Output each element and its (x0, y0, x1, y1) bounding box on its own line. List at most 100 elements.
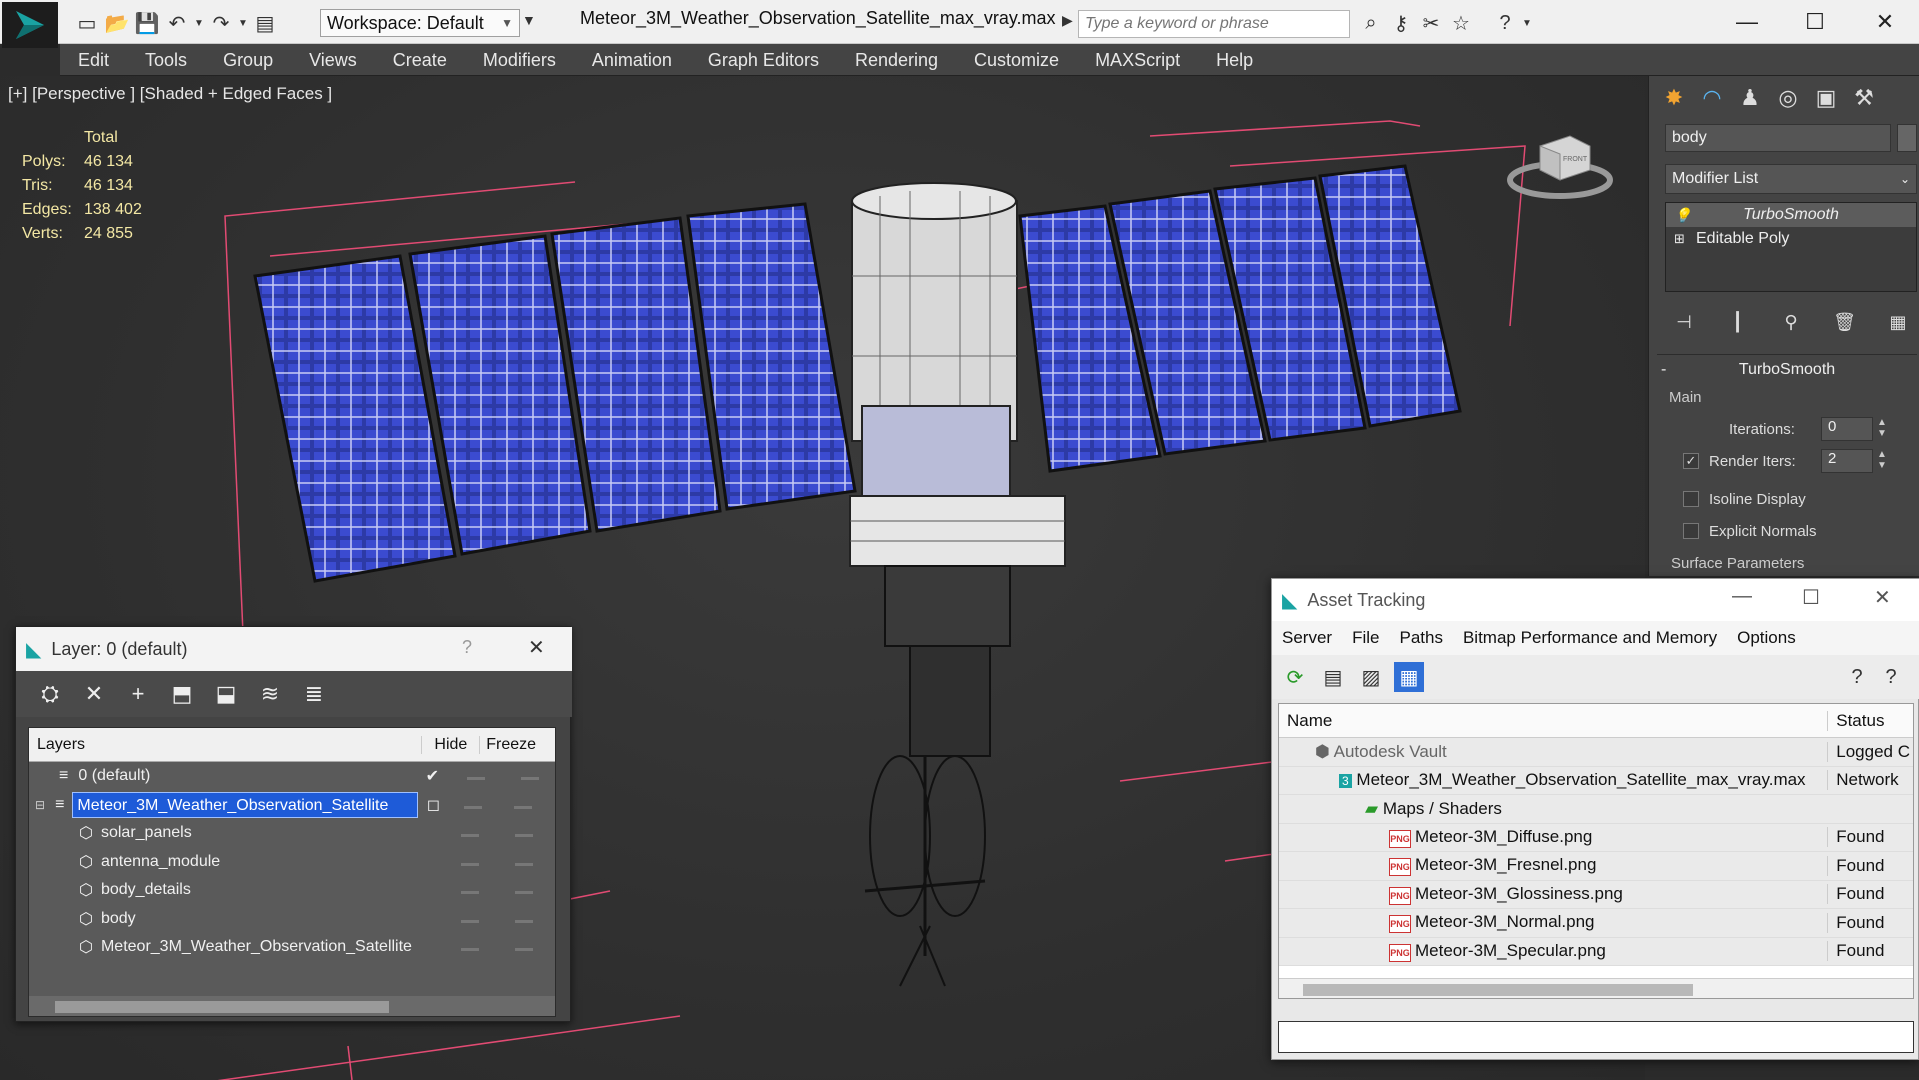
freeze-toggle[interactable] (514, 862, 533, 866)
select-from-scene-icon[interactable]: ⬓ (204, 672, 248, 716)
make-unique-icon[interactable]: ⚲ (1772, 302, 1810, 342)
menu-graph-editors[interactable]: Graph Editors (690, 44, 837, 76)
menu-maxscript[interactable]: MAXScript (1077, 44, 1198, 76)
workspace-menu-icon[interactable]: ▼ (522, 12, 536, 28)
pin-stack-icon[interactable]: ⊣ (1665, 302, 1703, 342)
object-name-field[interactable] (1665, 124, 1891, 152)
help-icon[interactable]: ? (1842, 662, 1872, 692)
asset-menu-server[interactable]: Server (1272, 628, 1342, 648)
freeze-toggle[interactable] (514, 948, 533, 952)
redo-dropdown-icon[interactable]: ▼ (236, 8, 250, 38)
asset-menu-options[interactable]: Options (1727, 628, 1806, 648)
asset-window-titlebar[interactable]: ◣ Asset Tracking — ☐ ✕ (1272, 579, 1919, 621)
layer-row[interactable]: ⊟ ≡ Meteor_3M_Weather_Observation_Satell… (29, 791, 555, 820)
freeze-toggle[interactable] (514, 891, 533, 895)
close-icon[interactable]: ✕ (528, 635, 545, 660)
binoculars-icon[interactable]: ⌕ (1356, 8, 1386, 38)
remove-modifier-icon[interactable]: 🗑 (1826, 302, 1864, 342)
layer-row[interactable]: ⬡ Meteor_3M_Weather_Observation_Satellit… (29, 933, 555, 962)
hide-toggle[interactable] (460, 862, 479, 866)
create-tab-icon[interactable]: ✸ (1655, 78, 1693, 118)
hierarchy-tab-icon[interactable]: ♟ (1731, 78, 1769, 118)
communication-icon[interactable]: ✂ (1416, 8, 1446, 38)
save-file-icon[interactable]: 💾 (132, 8, 162, 38)
asset-path-field[interactable] (1278, 1021, 1914, 1053)
set-active-layer-icon[interactable]: ◻ (418, 795, 448, 815)
maximize-button[interactable]: ☐ (1790, 4, 1840, 40)
display-tab-icon[interactable]: ▣ (1807, 78, 1845, 118)
play-arrow-icon[interactable]: ▶ (1062, 12, 1073, 29)
key-icon[interactable]: ⚷ (1386, 8, 1416, 38)
expand-plus-icon[interactable]: ⊞ (1674, 227, 1685, 251)
undo-icon[interactable]: ↶ (162, 8, 192, 38)
scrollbar-thumb[interactable] (1303, 984, 1693, 996)
freeze-toggle[interactable] (514, 805, 533, 809)
layer-row[interactable]: ≡ 0 (default) ✔ (29, 762, 555, 791)
collapse-icon[interactable]: - (1661, 361, 1666, 379)
object-color-swatch[interactable] (1897, 124, 1917, 152)
hide-toggle[interactable] (460, 891, 479, 895)
lightbulb-icon[interactable]: 💡 (1674, 203, 1691, 227)
layer-row[interactable]: ⬡ antenna_module (29, 848, 555, 877)
minimize-button[interactable]: — (1732, 585, 1752, 608)
rollout-header[interactable]: - TurboSmooth (1657, 355, 1917, 385)
add-layer-icon[interactable]: + (116, 672, 160, 716)
close-button[interactable]: ✕ (1874, 585, 1891, 610)
column-header-hide[interactable]: Hide (421, 735, 479, 754)
asset-row[interactable]: PNG Meteor-3M_Diffuse.png Found (1279, 823, 1913, 852)
stack-item-editable-poly[interactable]: ⊞ Editable Poly (1666, 227, 1916, 251)
freeze-toggle[interactable] (514, 834, 533, 838)
layer-row[interactable]: ⬡ body_details (29, 876, 555, 905)
menu-views[interactable]: Views (291, 44, 375, 76)
project-folder-icon[interactable]: ▤ (250, 8, 280, 38)
layer-options-icon[interactable]: ≣ (292, 672, 336, 716)
column-header-freeze[interactable]: Freeze (479, 735, 555, 754)
menu-customize[interactable]: Customize (956, 44, 1077, 76)
modify-tab-icon[interactable]: ◠ (1693, 78, 1731, 118)
spinner-arrows-icon[interactable]: ▲ ▼ (1877, 449, 1887, 471)
asset-menu-bitmap[interactable]: Bitmap Performance and Memory (1453, 628, 1727, 648)
asset-row[interactable]: ▰ Maps / Shaders (1279, 795, 1913, 824)
menu-tools[interactable]: Tools (127, 44, 205, 76)
layer-row[interactable]: ⬡ solar_panels (29, 819, 555, 848)
asset-menu-file[interactable]: File (1342, 628, 1389, 648)
isoline-display-checkbox[interactable] (1683, 491, 1699, 507)
add-to-layer-icon[interactable]: ≋ (248, 672, 292, 716)
column-header-name[interactable]: Name (1279, 711, 1827, 731)
utilities-tab-icon[interactable]: ⚒ (1845, 78, 1883, 118)
viewcube[interactable]: FRONT (1505, 128, 1615, 200)
configure-sets-icon[interactable]: ▦ (1879, 302, 1917, 342)
layer-row[interactable]: ⬡ body (29, 905, 555, 934)
explicit-normals-checkbox[interactable] (1683, 523, 1699, 539)
maximize-button[interactable]: ☐ (1802, 585, 1820, 610)
layer-window-titlebar[interactable]: ◣ Layer: 0 (default) ? ✕ (16, 627, 572, 671)
modifier-list-dropdown[interactable]: Modifier List ⌄ (1665, 164, 1917, 194)
help-icon[interactable]: ? (1490, 8, 1520, 38)
menu-group[interactable]: Group (205, 44, 291, 76)
motion-tab-icon[interactable]: ◎ (1769, 78, 1807, 118)
asset-menu-paths[interactable]: Paths (1389, 628, 1452, 648)
app-logo-icon[interactable] (2, 2, 58, 48)
hide-toggle[interactable] (467, 777, 486, 781)
column-header-layers[interactable]: Layers (29, 736, 421, 754)
menu-animation[interactable]: Animation (574, 44, 690, 76)
search-input[interactable] (1078, 10, 1350, 38)
workspace-dropdown[interactable]: Workspace: Default ▼ (320, 9, 520, 37)
minimize-button[interactable]: — (1722, 4, 1772, 40)
help-icon[interactable]: ? (462, 637, 472, 658)
horizontal-scrollbar[interactable] (1279, 978, 1913, 998)
hide-toggle[interactable] (460, 919, 479, 923)
menu-edit[interactable]: Edit (60, 44, 127, 76)
menu-create[interactable]: Create (375, 44, 465, 76)
refresh-icon[interactable]: ⟳ (1280, 662, 1310, 692)
scrollbar-thumb[interactable] (55, 1001, 389, 1013)
stack-item-turbosmooth[interactable]: 💡 TurboSmooth (1666, 203, 1916, 227)
layers-settings-icon[interactable]: ⛭ (28, 672, 72, 716)
open-file-icon[interactable]: 📂 (102, 8, 132, 38)
delete-layer-icon[interactable]: ✕ (72, 672, 116, 716)
redo-icon[interactable]: ↷ (206, 8, 236, 38)
select-highlighted-icon[interactable]: ⬒ (160, 672, 204, 716)
render-iters-checkbox[interactable]: ✓ (1683, 453, 1699, 469)
render-iters-spinner[interactable]: 2 (1821, 449, 1873, 473)
asset-row[interactable]: PNG Meteor-3M_Specular.png Found (1279, 937, 1913, 966)
